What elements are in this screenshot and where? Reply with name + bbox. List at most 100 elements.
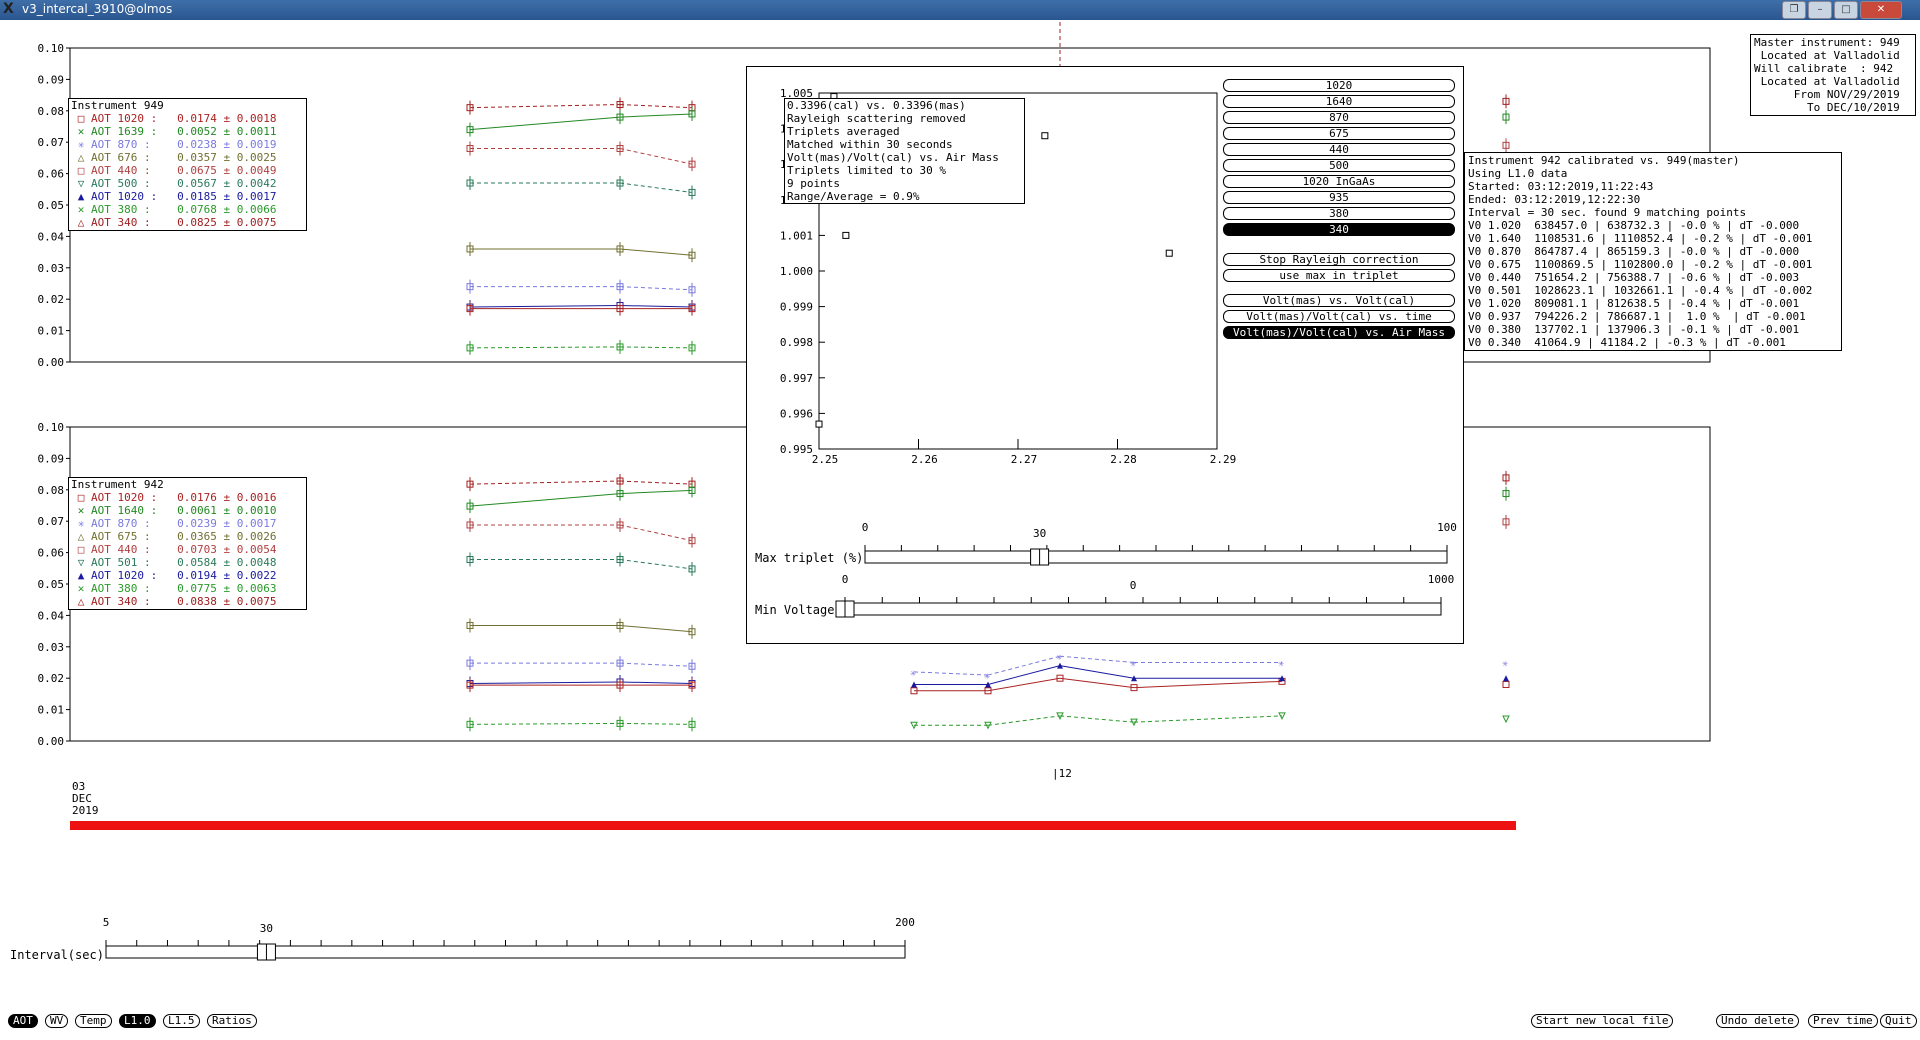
interval-slider-track[interactable] [105,945,906,959]
band-button-380[interactable]: 380 [1223,207,1455,220]
series-line [987,677,1061,692]
legend-row: ▲ AOT 1020 : 0.0194 ± 0.0022 [69,569,306,582]
y-tick-label: 0.07 [38,515,65,528]
mode-button-l15[interactable]: L1.5 [163,1014,200,1028]
y-tick-label: 0.09 [38,73,65,86]
band-button-340[interactable]: 340 [1223,223,1455,236]
band-button-500[interactable]: 500 [1223,159,1455,172]
interval-label: Interval(sec) [10,948,104,962]
x-tick-label: 2.29 [1210,453,1237,466]
y-tick-label: 0.999 [780,301,813,314]
interval-slider-max-label: 200 [895,916,915,929]
data-point: ✳ [984,671,990,682]
mode-button-aot[interactable]: AOT [8,1014,38,1028]
legend-value: 0.0768 ± 0.0066 [163,203,277,216]
ratio-data-point [842,231,850,239]
band-button-675[interactable]: 675 [1223,127,1455,140]
plot-mode-button[interactable]: Volt(mas)/Volt(cal) vs. time [1223,310,1455,323]
data-point: ✳ [1130,659,1136,670]
stop-rayleigh-button[interactable]: Stop Rayleigh correction [1223,253,1455,266]
legend-value: 0.0052 ± 0.0011 [163,125,277,138]
x-tick-label: 2.26 [911,453,938,466]
legend-label: AOT 440 : [91,164,164,177]
min-voltage-label: Min Voltage [755,603,835,617]
undo-delete-button[interactable]: Undo delete [1716,1014,1799,1028]
series-marker-icon: ✕ [77,582,85,595]
data-point [1502,680,1510,688]
series-line [469,493,621,507]
legend-label: AOT 340 : [91,595,164,608]
max-triplet-slider-value-label: 30 [1033,527,1046,540]
legend-label: AOT 1640 : [91,504,164,517]
band-button-1020-ingaas[interactable]: 1020 InGaAs [1223,175,1455,188]
legend-value: 0.0194 ± 0.0022 [163,569,277,582]
series-line [1059,715,1135,723]
y-tick-label: 0.10 [38,42,65,55]
series-marker-icon: ▲ [77,190,85,203]
series-line [987,655,1061,676]
legend-instrument-942: Instrument 942 □ AOT 1020 : 0.0176 ± 0.00… [68,477,307,610]
use-max-triplet-button[interactable]: use max in triplet [1223,269,1455,282]
band-button-1020[interactable]: 1020 [1223,79,1455,92]
start-year: 2019 [72,804,99,817]
max-triplet-slider-track[interactable] [864,550,1448,564]
y-tick-label: 0.01 [38,704,65,717]
prev-time-button[interactable]: Prev time [1808,1014,1878,1028]
y-tick-label: 1.000 [780,265,813,278]
legend-label: AOT 1020 : [91,491,164,504]
legend-value: 0.0703 ± 0.0054 [163,543,277,556]
max-triplet-slider-max-label: 100 [1437,521,1457,534]
time-range-bar[interactable] [70,821,1516,830]
legend-value: 0.0567 ± 0.0042 [163,177,277,190]
mid-day: 12 [1058,767,1072,780]
data-point: ✳ [1502,659,1508,670]
y-tick-label: 0.01 [38,325,65,338]
legend-label: AOT 870 : [91,138,164,151]
series-marker-icon: △ [77,216,85,229]
legend-value: 0.0838 ± 0.0075 [163,595,277,608]
legend-row: ✳ AOT 870 : 0.0238 ± 0.0019 [69,138,306,151]
legend-row: ▲ AOT 1020 : 0.0185 ± 0.0017 [69,190,306,203]
ratio-dialog[interactable]: 1.0051.0041.0031.0021.0011.0000.9990.998… [746,66,1464,644]
series-line [619,182,693,193]
mode-button-ratios[interactable]: Ratios [207,1014,257,1028]
series-line [619,559,693,570]
legend-row: ▽ AOT 501 : 0.0584 ± 0.0048 [69,556,306,569]
series-line [913,671,989,676]
legend-label: AOT 675 : [91,530,164,543]
start-new-local-file-button[interactable]: Start new local file [1531,1014,1674,1028]
legend-value: 0.0174 ± 0.0018 [163,112,277,125]
max-triplet-slider-min-label: 0 [862,521,869,534]
quit-button[interactable]: Quit [1880,1014,1917,1028]
series-line [469,480,621,485]
band-button-440[interactable]: 440 [1223,143,1455,156]
mode-button-l10[interactable]: L1.0 [119,1014,156,1028]
legend-value: 0.0176 ± 0.0016 [163,491,277,504]
plot-mode-button[interactable]: Volt(mas)/Volt(cal) vs. Air Mass [1223,326,1455,339]
series-line [469,722,621,725]
y-tick-label: 0.07 [38,136,65,149]
legend-row: △ AOT 675 : 0.0365 ± 0.0026 [69,530,306,543]
y-tick-label: 0.998 [780,336,813,349]
legend-label: AOT 1020 : [91,190,164,203]
series-line [469,116,621,131]
max-triplet-label: Max triplet (%) [755,551,864,565]
mode-button-wv[interactable]: WV [45,1014,69,1028]
series-marker-icon: ▽ [77,177,85,190]
band-button-870[interactable]: 870 [1223,111,1455,124]
band-button-1640[interactable]: 1640 [1223,95,1455,108]
plot-mode-button[interactable]: Volt(mas) vs. Volt(cal) [1223,294,1455,307]
band-button-935[interactable]: 935 [1223,191,1455,204]
series-line [619,524,693,542]
legend-row: △ AOT 340 : 0.0838 ± 0.0075 [69,595,306,608]
series-line [619,624,693,633]
legend-title: Instrument 942 [71,478,164,491]
series-line [1059,655,1135,663]
min-voltage-slider-track[interactable] [844,602,1442,616]
series-marker-icon: ✕ [77,504,85,517]
legend-row: △ AOT 676 : 0.0357 ± 0.0025 [69,151,306,164]
series-marker-icon: ✳ [77,517,85,530]
mode-button-temp[interactable]: Temp [75,1014,112,1028]
series-line [1059,665,1135,679]
legend-row: ▽ AOT 500 : 0.0567 ± 0.0042 [69,177,306,190]
